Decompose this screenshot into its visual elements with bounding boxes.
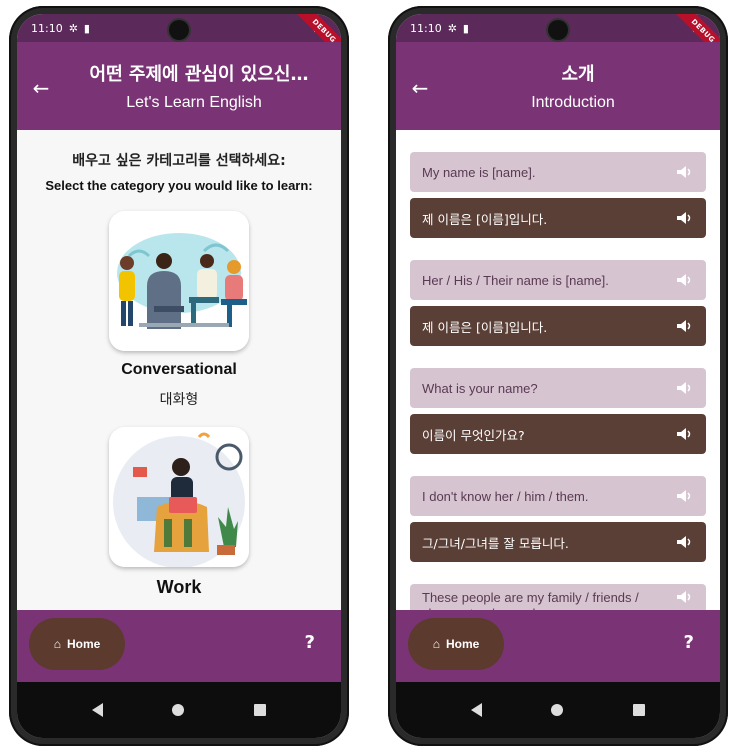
phrase-english-button[interactable]: These people are my family / friends / c… [410, 584, 706, 610]
speaker-icon[interactable] [676, 211, 694, 225]
status-time: 11:10 [410, 21, 442, 35]
phrase-english-text: What is your name? [422, 380, 538, 396]
home-button[interactable]: ⌂ Home [408, 618, 504, 670]
phrase-korean-button[interactable]: 이름이 무엇인가요? [410, 414, 706, 454]
phrase-english-text: These people are my family / friends / c… [422, 590, 639, 610]
home-label: Home [66, 637, 101, 651]
nav-back-icon[interactable] [91, 703, 103, 717]
speaker-icon[interactable] [676, 381, 694, 395]
settings-status-icon: ✲ [447, 21, 457, 35]
nav-home-icon[interactable] [551, 704, 564, 716]
nav-home-icon[interactable] [172, 704, 185, 716]
phrase-korean-button[interactable]: 제 이름은 [이름]입니다. [410, 306, 706, 346]
category-name-ko: 대화형 [159, 392, 199, 408]
page-title-en: Introduction [531, 94, 615, 111]
phrase-group: Her / His / Their name is [name]. 제 이름은 … [410, 260, 706, 346]
status-time: 11:10 [31, 21, 63, 35]
screen-category-select: 11:10 ✲ ▮ ▼ ▮ DEBUG ← 어떤 주제에 관심이 있으신… Le… [17, 14, 341, 738]
category-name: Conversational [121, 361, 237, 378]
nav-recents-icon[interactable] [633, 704, 646, 716]
prompt-ko: 배우고 싶은 카테고리를 선택하세요: [72, 153, 286, 169]
back-arrow-icon[interactable]: ← [29, 76, 53, 100]
nav-recents-icon[interactable] [254, 704, 267, 716]
phrase-list: My name is [name]. 제 이름은 [이름]입니다. Her / … [396, 130, 720, 610]
speaker-icon[interactable] [676, 427, 694, 441]
category-conversational[interactable]: Conversational 대화형 [17, 211, 341, 409]
page-title-ko: 어떤 주제에 관심이 있으신… [89, 64, 309, 85]
bottom-app-bar: ⌂ Home ? [396, 610, 720, 682]
phrase-group: My name is [name]. 제 이름은 [이름]입니다. [410, 152, 706, 238]
phrase-group: I don't know her / him / them. 그/그녀/그녀를 … [410, 476, 706, 562]
page-title-ko: 소개 [561, 64, 595, 85]
page-title-en: Let's Learn English [126, 94, 262, 111]
speaker-icon[interactable] [676, 273, 694, 287]
home-button[interactable]: ⌂ Home [29, 618, 125, 670]
phrase-english-button[interactable]: What is your name? [410, 368, 706, 408]
phrase-group: These people are my family / friends / c… [410, 584, 706, 610]
category-list: 배우고 싶은 카테고리를 선택하세요: Select the category … [17, 130, 341, 610]
phrase-korean-text: 제 이름은 [이름]입니다. [422, 319, 548, 335]
phrase-korean-button[interactable]: 그/그녀/그녀를 잘 모릅니다. [410, 522, 706, 562]
system-nav-bar [396, 682, 720, 738]
sim-status-icon: ▮ [462, 21, 469, 35]
nav-back-icon[interactable] [470, 703, 482, 717]
phrase-korean-text: 제 이름은 [이름]입니다. [422, 211, 548, 227]
phrase-korean-button[interactable]: 제 이름은 [이름]입니다. [410, 198, 706, 238]
phrase-korean-text: 그/그녀/그녀를 잘 모릅니다. [422, 535, 569, 551]
help-button[interactable]: ? [305, 632, 315, 653]
speaker-icon[interactable] [676, 319, 694, 333]
category-name: Work [156, 577, 202, 597]
app-bar: ← 소개 Introduction [396, 42, 720, 130]
phrase-english-button[interactable]: Her / His / Their name is [name]. [410, 260, 706, 300]
home-icon: ⌂ [432, 637, 440, 651]
phrase-english-text: My name is [name]. [422, 164, 536, 180]
phrase-english-button[interactable]: I don't know her / him / them. [410, 476, 706, 516]
phrase-group: What is your name? 이름이 무엇인가요? [410, 368, 706, 454]
front-camera [169, 20, 189, 40]
speaker-icon[interactable] [676, 535, 694, 549]
phrase-english-text: I don't know her / him / them. [422, 488, 589, 504]
home-icon: ⌂ [53, 637, 61, 651]
bottom-app-bar: ⌂ Home ? [17, 610, 341, 682]
screen-introduction: 11:10 ✲ ▮ ▼ ▮ DEBUG ← 소개 Introduction My… [396, 14, 720, 738]
group-conversation-illustration[interactable] [109, 211, 249, 351]
phone-frame-left: 11:10 ✲ ▮ ▼ ▮ DEBUG ← 어떤 주제에 관심이 있으신… Le… [9, 6, 349, 746]
work-laptop-illustration[interactable] [109, 427, 249, 567]
settings-status-icon: ✲ [68, 21, 78, 35]
prompt-en: Select the category you would like to le… [45, 178, 313, 193]
category-work[interactable]: Work 업무 [17, 427, 341, 610]
app-bar: ← 어떤 주제에 관심이 있으신… Let's Learn English [17, 42, 341, 130]
phrase-korean-text: 이름이 무엇인가요? [422, 427, 525, 443]
phrase-english-text: Her / His / Their name is [name]. [422, 272, 609, 288]
speaker-icon[interactable] [676, 165, 694, 179]
home-label: Home [445, 637, 480, 651]
phrase-english-button[interactable]: My name is [name]. [410, 152, 706, 192]
system-nav-bar [17, 682, 341, 738]
back-arrow-icon[interactable]: ← [408, 76, 432, 100]
sim-status-icon: ▮ [83, 21, 90, 35]
speaker-icon[interactable] [676, 590, 694, 604]
front-camera [548, 20, 568, 40]
speaker-icon[interactable] [676, 489, 694, 503]
help-button[interactable]: ? [684, 632, 694, 653]
phone-frame-right: 11:10 ✲ ▮ ▼ ▮ DEBUG ← 소개 Introduction My… [388, 6, 728, 746]
